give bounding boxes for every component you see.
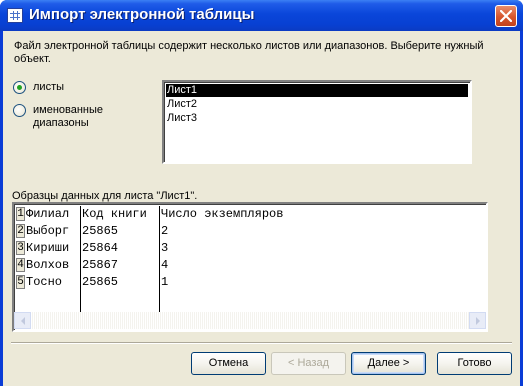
close-icon [500,10,512,22]
row-number: 2 [16,224,25,238]
cancel-button[interactable]: Отмена [191,352,266,375]
sheet-list-item[interactable]: Лист3 [166,112,468,125]
grid-cell: 25867 [82,258,119,272]
horizontal-scrollbar[interactable] [14,312,486,329]
grid-cell: 25865 [82,275,119,289]
column-divider [159,206,160,312]
sheet-list[interactable]: Лист1 Лист2 Лист3 [162,80,472,164]
grid-cell: Волхов [26,258,70,272]
grid-cell: 25865 [82,224,119,238]
window-title: Импорт электронной таблицы [29,6,255,23]
radio-named-ranges-button[interactable] [13,104,26,117]
row-number: 4 [16,258,25,272]
grid-cell: 1 [161,275,169,289]
separator [11,342,512,344]
grid-cell: 4 [161,258,169,272]
next-button[interactable]: Далее > [351,352,426,375]
title-bar[interactable]: Импорт электронной таблицы [0,0,523,31]
finish-button[interactable]: Готово [437,352,512,375]
spreadsheet-icon [7,8,23,23]
sheet-list-item[interactable]: Лист2 [166,98,468,111]
data-preview-grid[interactable]: 1 2 3 4 5 Филиал Код книги Число экземпл… [12,202,488,332]
row-number: 3 [16,241,25,255]
grid-cell: Код книги [82,207,147,221]
grid-cell: 3 [161,241,169,255]
grid-cell: 25864 [82,241,119,255]
instructions-text: Файл электронной таблицы содержит нескол… [14,40,484,65]
row-number: 5 [16,275,25,289]
radio-sheets-label: листы [33,81,65,93]
sheet-list-item[interactable]: Лист1 [166,84,468,97]
grid-cell: Филиал [26,207,70,221]
import-spreadsheet-dialog: Импорт электронной таблицы Файл электрон… [0,0,523,386]
arrow-right-icon [476,317,480,325]
scroll-left-button[interactable] [14,312,31,329]
scroll-right-button[interactable] [469,312,486,329]
close-button[interactable] [495,5,517,27]
radio-sheets-button[interactable] [13,81,26,94]
dialog-body: Файл электронной таблицы содержит нескол… [3,31,520,386]
grid-cell: Кириши [26,241,70,255]
arrow-left-icon [21,317,25,325]
grid-cell: Тосно [26,275,63,289]
back-button[interactable]: < Назад [271,352,346,375]
column-divider [80,206,81,312]
grid-cell: 2 [161,224,169,238]
row-number: 1 [16,207,25,221]
radio-named-ranges[interactable]: именованные диапазоны [13,104,123,130]
grid-cell: Выборг [26,224,70,238]
grid-cell: Число экземпляров [161,207,284,221]
radio-sheets[interactable]: листы [13,81,64,94]
radio-named-ranges-label: именованные диапазоны [33,104,104,129]
